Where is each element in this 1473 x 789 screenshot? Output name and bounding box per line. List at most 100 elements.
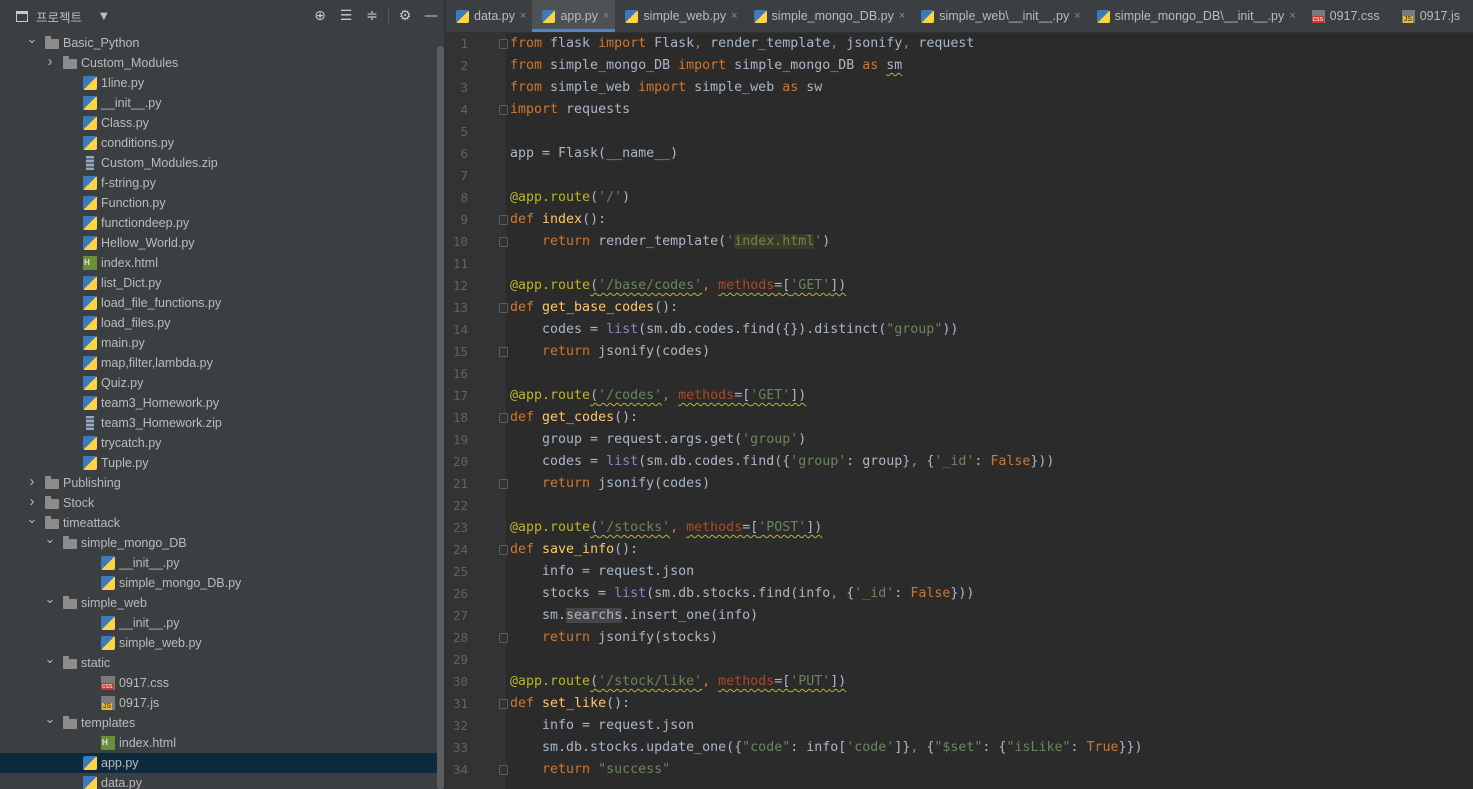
tree-item[interactable]: index.html bbox=[0, 253, 440, 273]
code-line[interactable]: return render_template('index.html') bbox=[510, 231, 830, 253]
chevron-down-icon[interactable]: ⌄ bbox=[44, 649, 56, 669]
close-icon[interactable]: × bbox=[1074, 10, 1080, 22]
editor-tab[interactable]: simple_web\__init__.py × bbox=[911, 0, 1086, 32]
fold-marker-icon[interactable] bbox=[499, 347, 508, 357]
tree-item[interactable]: team3_Homework.py bbox=[0, 393, 440, 413]
close-icon[interactable]: × bbox=[1289, 10, 1295, 22]
editor-tab[interactable]: simple_mongo_DB.py × bbox=[744, 0, 912, 32]
fold-marker-icon[interactable] bbox=[499, 105, 508, 115]
code-line[interactable]: info = request.json bbox=[510, 561, 694, 583]
close-icon[interactable]: × bbox=[731, 10, 737, 22]
fold-marker-icon[interactable] bbox=[499, 699, 508, 709]
code-line[interactable]: info = request.json bbox=[510, 715, 694, 737]
fold-marker-icon[interactable] bbox=[499, 237, 508, 247]
tree-item[interactable]: 1line.py bbox=[0, 73, 440, 93]
chevron-down-icon[interactable]: ⌄ bbox=[26, 29, 38, 49]
editor-tab[interactable]: simple_web.py × bbox=[615, 0, 743, 32]
expand-all-icon[interactable]: ☰ bbox=[333, 0, 359, 32]
code-line[interactable]: app = Flask(__name__) bbox=[510, 143, 678, 165]
fold-marker-icon[interactable] bbox=[499, 215, 508, 225]
code-line[interactable]: return jsonify(codes) bbox=[510, 473, 710, 495]
tree-item[interactable]: ⌄ static bbox=[0, 651, 440, 673]
tree-item[interactable]: conditions.py bbox=[0, 133, 440, 153]
editor-tab[interactable]: 0917.js bbox=[1392, 0, 1472, 32]
tree-item[interactable]: Class.py bbox=[0, 113, 440, 133]
tree-item[interactable]: ⌄ simple_web bbox=[0, 591, 440, 613]
tree-item[interactable]: load_files.py bbox=[0, 313, 440, 333]
code-editor[interactable]: 1 2 3 4 5 6 7 8 9 10 11 12 13 14 15 16 17 18 19 20 21 22 23 24 2… bbox=[446, 33, 1473, 789]
code-line[interactable]: from simple_web import simple_web as sw bbox=[510, 77, 822, 99]
chevron-right-icon[interactable]: › bbox=[26, 472, 38, 492]
editor-tab[interactable]: simple_mongo_DB\__init__.py × bbox=[1087, 0, 1302, 32]
fold-marker-icon[interactable] bbox=[499, 765, 508, 775]
tree-item[interactable]: simple_web.py bbox=[0, 633, 440, 653]
tree-item[interactable]: simple_mongo_DB.py bbox=[0, 573, 440, 593]
project-view-selector[interactable]: 프로젝트 ▼ bbox=[16, 7, 108, 26]
code-line[interactable]: stocks = list(sm.db.stocks.find(info, {'… bbox=[510, 583, 974, 605]
tree-item[interactable]: f-string.py bbox=[0, 173, 440, 193]
tree-item[interactable]: 0917.css bbox=[0, 673, 440, 693]
tree-item[interactable]: app.py bbox=[0, 753, 440, 773]
code-line[interactable]: sm.searchs.insert_one(info) bbox=[510, 605, 758, 627]
editor-tab[interactable]: app.py × bbox=[532, 0, 616, 32]
code-line[interactable]: @app.route('/base/codes', methods=['GET'… bbox=[510, 275, 846, 297]
code-line[interactable]: def set_like(): bbox=[510, 693, 630, 715]
collapse-all-icon[interactable]: ≑ bbox=[359, 0, 385, 32]
tree-item[interactable]: › Stock bbox=[0, 493, 440, 513]
tree-item[interactable]: index.html bbox=[0, 733, 440, 753]
tree-item[interactable]: ⌄ timeattack bbox=[0, 511, 440, 533]
code-line[interactable]: return "success" bbox=[510, 759, 670, 781]
hide-panel-icon[interactable]: — bbox=[418, 0, 444, 32]
code-line[interactable]: @app.route('/stocks', methods=['POST']) bbox=[510, 517, 822, 539]
code-line[interactable]: def get_codes(): bbox=[510, 407, 638, 429]
locate-file-icon[interactable]: ⊕ bbox=[307, 0, 333, 32]
fold-marker-icon[interactable] bbox=[499, 303, 508, 313]
code-line[interactable]: from simple_mongo_DB import simple_mongo… bbox=[510, 55, 902, 77]
code-line[interactable]: codes = list(sm.db.codes.find({'group': … bbox=[510, 451, 1054, 473]
chevron-down-icon[interactable]: ⌄ bbox=[26, 509, 38, 529]
code-line[interactable]: @app.route('/') bbox=[510, 187, 630, 209]
chevron-down-icon[interactable]: ⌄ bbox=[44, 709, 56, 729]
editor-tab[interactable]: data.py × bbox=[446, 0, 532, 32]
code-line[interactable]: def save_info(): bbox=[510, 539, 638, 561]
tree-item[interactable]: Function.py bbox=[0, 193, 440, 213]
close-icon[interactable]: × bbox=[603, 10, 609, 22]
fold-marker-icon[interactable] bbox=[499, 545, 508, 555]
code-line[interactable]: return jsonify(codes) bbox=[510, 341, 710, 363]
code-line[interactable]: @app.route('/codes', methods=['GET']) bbox=[510, 385, 806, 407]
tree-item[interactable]: ⌄ Basic_Python bbox=[0, 31, 440, 53]
tree-item[interactable]: › Custom_Modules bbox=[0, 53, 440, 73]
tree-item[interactable]: Hellow_World.py bbox=[0, 233, 440, 253]
tree-item[interactable]: 0917.js bbox=[0, 693, 440, 713]
fold-marker-icon[interactable] bbox=[499, 479, 508, 489]
tree-item[interactable]: __init__.py bbox=[0, 613, 440, 633]
tree-item[interactable]: map,filter,lambda.py bbox=[0, 353, 440, 373]
tree-item[interactable]: › Publishing bbox=[0, 473, 440, 493]
tree-item[interactable]: ⌄ templates bbox=[0, 711, 440, 733]
code-line[interactable]: from flask import Flask, render_template… bbox=[510, 33, 974, 55]
code-line[interactable]: group = request.args.get('group') bbox=[510, 429, 806, 451]
project-scrollbar-thumb[interactable] bbox=[437, 46, 444, 789]
editor-scrollbar[interactable] bbox=[1463, 33, 1473, 789]
chevron-down-icon[interactable]: ⌄ bbox=[44, 529, 56, 549]
tree-item[interactable]: team3_Homework.zip bbox=[0, 413, 440, 433]
fold-marker-icon[interactable] bbox=[499, 39, 508, 49]
code-line[interactable]: def index(): bbox=[510, 209, 606, 231]
chevron-right-icon[interactable]: › bbox=[44, 52, 56, 72]
chevron-down-icon[interactable]: ⌄ bbox=[44, 589, 56, 609]
tree-item[interactable]: __init__.py bbox=[0, 553, 440, 573]
tree-item[interactable]: data.py bbox=[0, 773, 440, 789]
fold-marker-icon[interactable] bbox=[499, 633, 508, 643]
close-icon[interactable]: × bbox=[520, 10, 526, 22]
tree-item[interactable]: list_Dict.py bbox=[0, 273, 440, 293]
tree-item[interactable]: __init__.py bbox=[0, 93, 440, 113]
tree-item[interactable]: load_file_functions.py bbox=[0, 293, 440, 313]
code-line[interactable]: sm.db.stocks.update_one({"code": info['c… bbox=[510, 737, 1143, 759]
fold-marker-icon[interactable] bbox=[499, 413, 508, 423]
chevron-down-icon[interactable]: ▼ bbox=[100, 11, 108, 22]
code-line[interactable]: @app.route('/stock/like', methods=['PUT'… bbox=[510, 671, 846, 693]
code-line[interactable]: def get_base_codes(): bbox=[510, 297, 678, 319]
editor-tab[interactable]: 0917.css bbox=[1302, 0, 1392, 32]
tree-item[interactable]: Tuple.py bbox=[0, 453, 440, 473]
code-line[interactable]: return jsonify(stocks) bbox=[510, 627, 718, 649]
